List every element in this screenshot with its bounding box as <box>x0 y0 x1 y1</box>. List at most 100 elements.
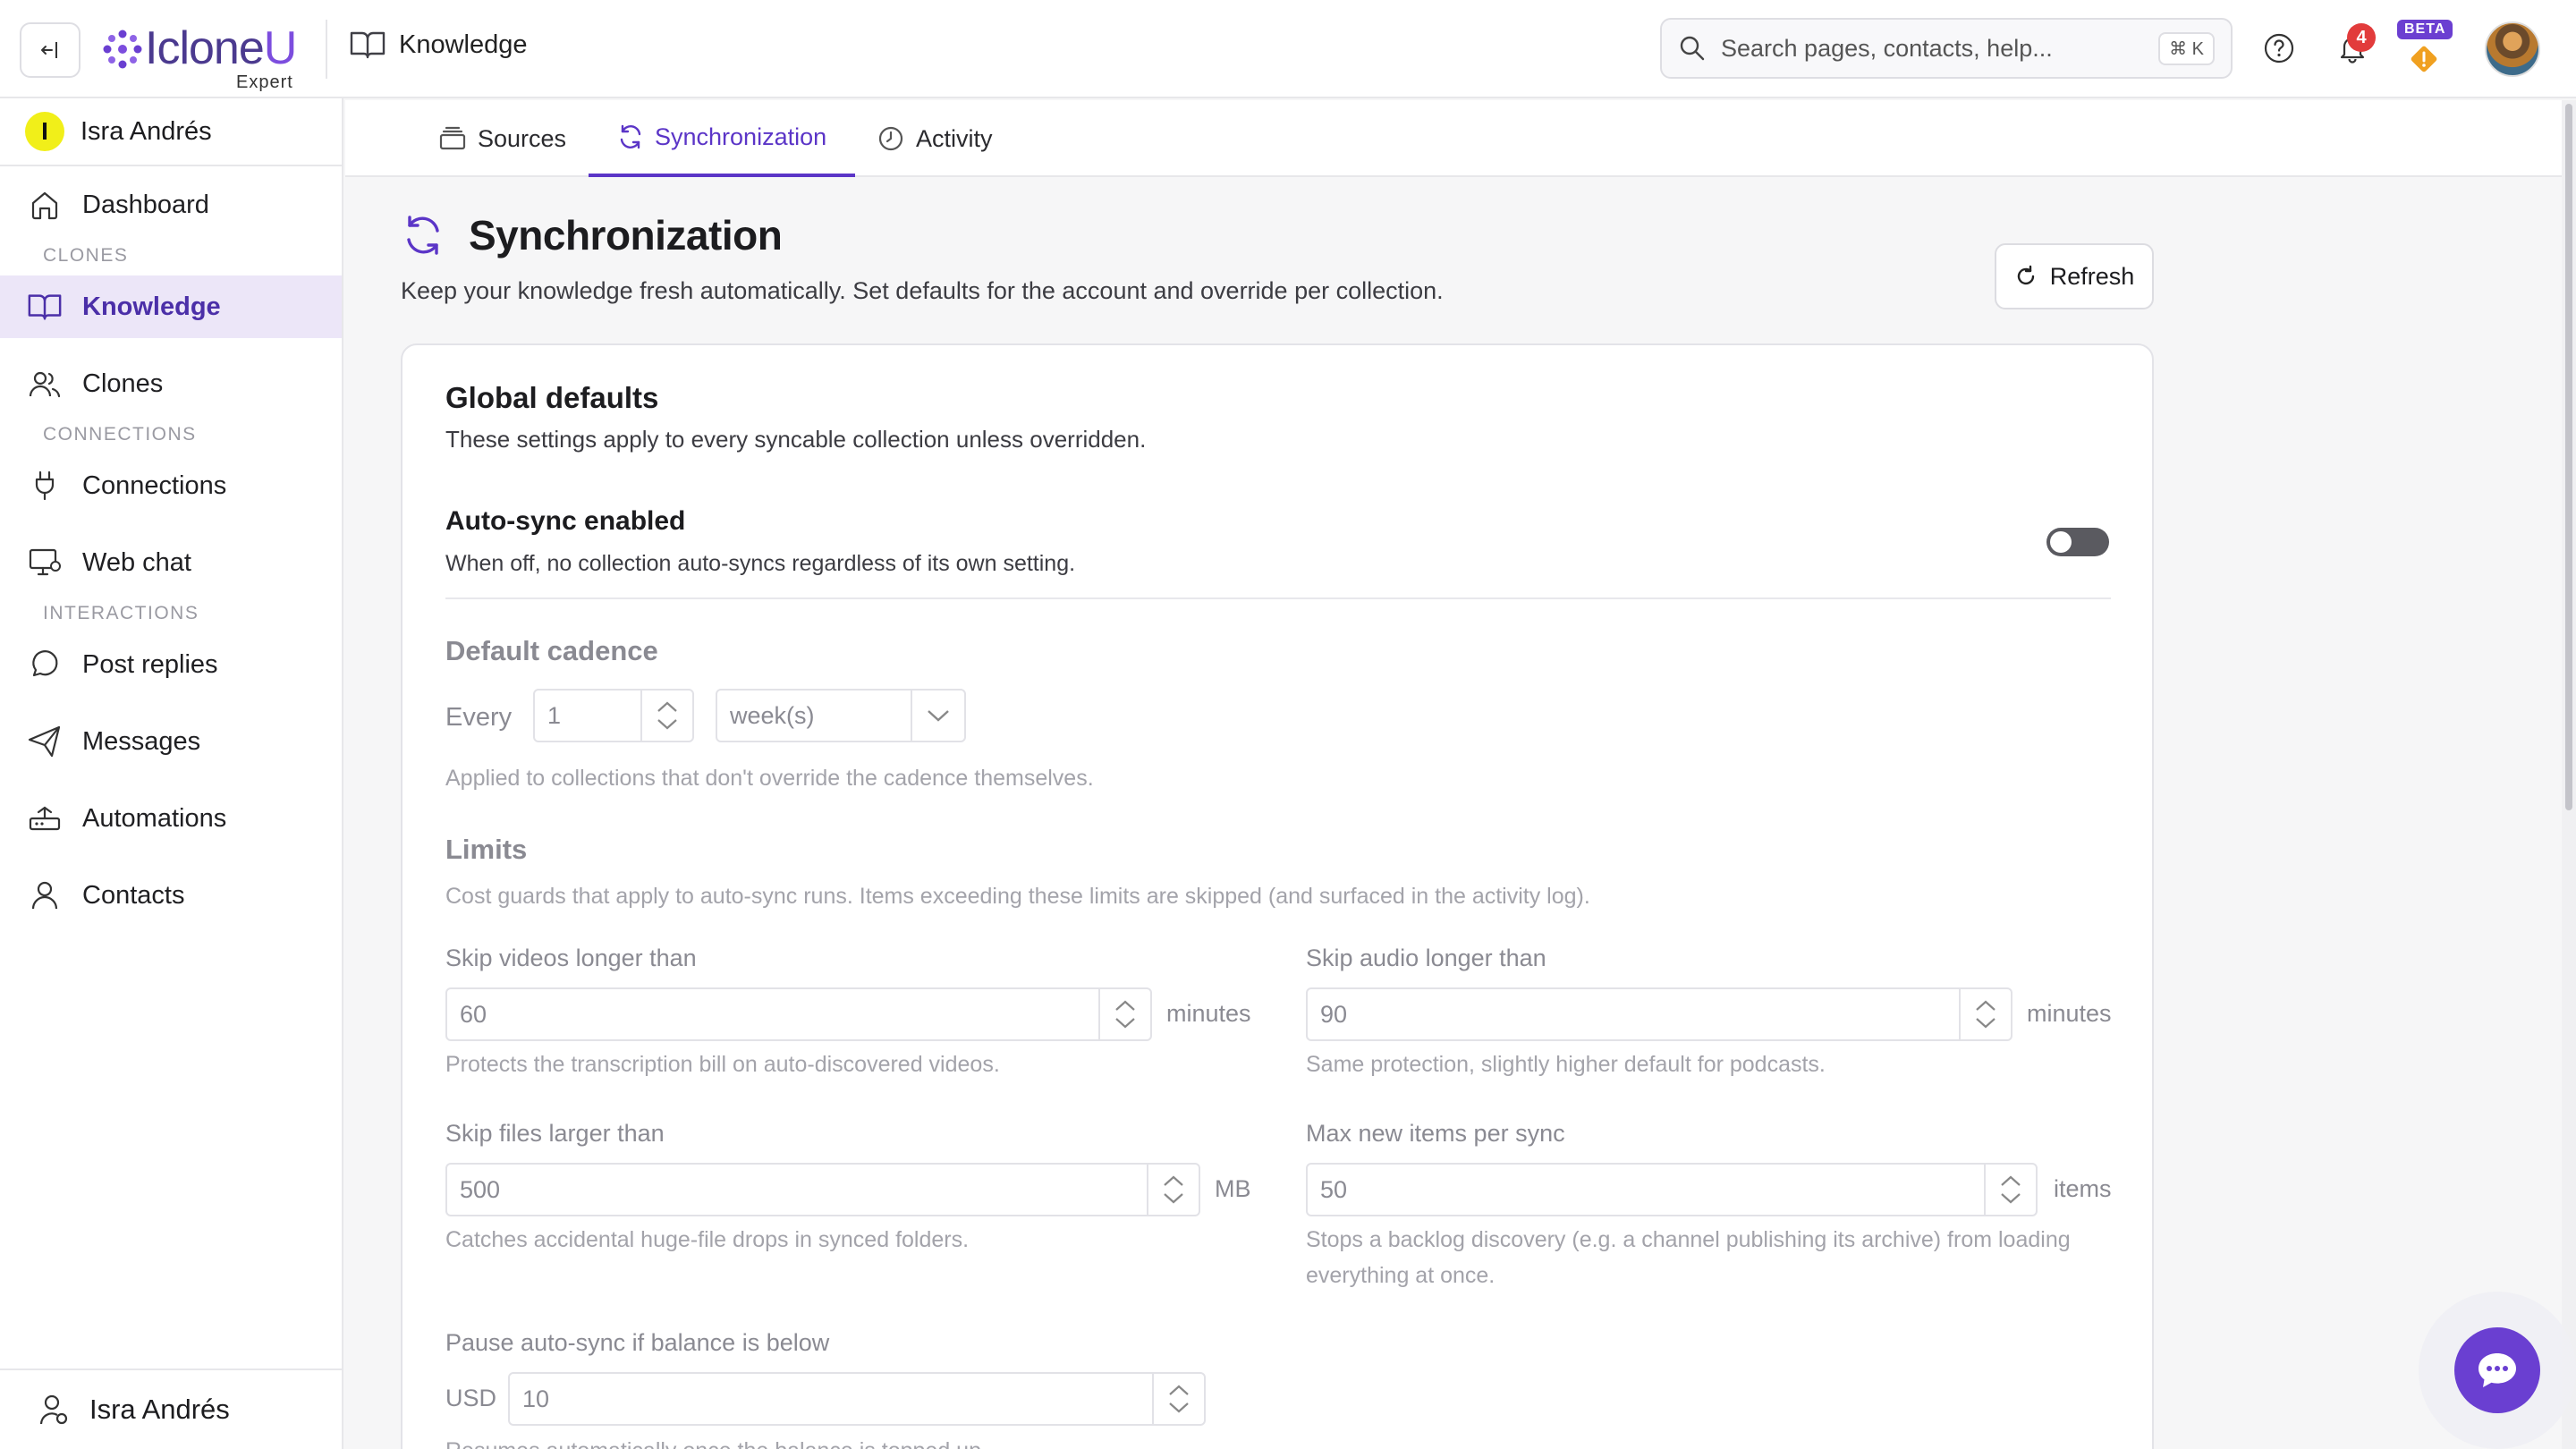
videos-value: 60 <box>460 1000 487 1028</box>
tab-label: Activity <box>916 124 993 152</box>
sync-icon <box>620 124 641 149</box>
brand-logo[interactable]: IcloneU Expert <box>100 22 306 92</box>
items-label: Max new items per sync <box>1306 1120 1565 1147</box>
sidebar-section-connections: CONNECTIONS <box>43 424 197 445</box>
autosync-toggle[interactable] <box>2046 528 2109 556</box>
cadence-stepper[interactable] <box>640 691 692 741</box>
chevron-up-icon <box>1115 1000 1135 1011</box>
sidebar-item-label: Contacts <box>82 880 185 910</box>
search-shortcut-badge: ⌘ K <box>2158 31 2215 65</box>
user-avatar[interactable] <box>2485 21 2540 77</box>
items-input[interactable]: 50 <box>1306 1163 2038 1216</box>
footer-user-name: Isra Andrés <box>89 1394 230 1425</box>
videos-input[interactable]: 60 <box>445 987 1152 1041</box>
videos-help: Protects the transcription bill on auto-… <box>445 1052 1000 1077</box>
send-icon <box>27 724 63 759</box>
sidebar-item-label: Messages <box>82 726 201 756</box>
search-input[interactable]: Search pages, contacts, help... <box>1721 35 2158 63</box>
audio-stepper[interactable] <box>1959 989 2011 1039</box>
page-scrollbar[interactable] <box>2562 100 2576 1449</box>
chevron-down-icon <box>2001 1193 2021 1204</box>
scrollbar-thumb[interactable] <box>2565 104 2572 810</box>
chevron-down-icon <box>1115 1018 1135 1029</box>
notification-count-badge: 4 <box>2347 23 2376 52</box>
chevron-down-icon <box>928 710 949 722</box>
items-stepper[interactable] <box>1984 1165 2036 1215</box>
cadence-value-input[interactable]: 1 <box>533 689 694 742</box>
sidebar-item-post-replies[interactable]: Post replies <box>0 633 342 696</box>
workspace-user[interactable]: I Isra Andrés <box>0 98 342 166</box>
chevron-up-icon <box>1976 1000 1996 1011</box>
chevron-up-icon <box>1164 1175 1183 1186</box>
knowledge-tabs: Sources Synchronization Activity <box>345 100 2562 177</box>
autosync-description: When off, no collection auto-syncs regar… <box>445 551 1076 576</box>
breadcrumb: Knowledge <box>349 29 528 61</box>
items-value: 50 <box>1320 1175 1348 1203</box>
collapse-left-icon <box>41 42 57 58</box>
brand-tier: Expert <box>236 72 293 92</box>
chevron-down-icon <box>1976 1018 1996 1029</box>
tab-synchronization[interactable]: Synchronization <box>589 100 856 177</box>
chevron-up-icon <box>657 701 677 712</box>
help-button[interactable] <box>2258 27 2301 70</box>
audio-value: 90 <box>1320 1000 1348 1028</box>
chevron-down-icon <box>1169 1402 1189 1413</box>
beta-warning-button[interactable] <box>2402 38 2445 80</box>
files-input[interactable]: 500 <box>445 1163 1200 1216</box>
sidebar-item-automations[interactable]: Automations <box>0 787 342 850</box>
sidebar-item-label: Dashboard <box>82 190 209 219</box>
sidebar-item-messages[interactable]: Messages <box>0 710 342 773</box>
chevron-down-icon <box>1164 1193 1183 1204</box>
user-settings-icon <box>39 1394 68 1425</box>
videos-unit: minutes <box>1166 1000 1251 1027</box>
help-circle-icon <box>2264 33 2294 64</box>
select-arrow <box>911 691 964 741</box>
balance-currency: USD <box>445 1385 497 1411</box>
breadcrumb-label: Knowledge <box>399 30 528 59</box>
cadence-help: Applied to collections that don't overri… <box>445 766 1094 791</box>
card-subtitle: These settings apply to every syncable c… <box>445 426 1147 453</box>
cadence-title: Default cadence <box>445 635 658 666</box>
balance-help: Resumes automatically once the balance i… <box>445 1438 987 1449</box>
tab-activity[interactable]: Activity <box>848 100 1021 177</box>
sidebar-item-connections[interactable]: Connections <box>0 454 342 517</box>
videos-stepper[interactable] <box>1098 989 1150 1039</box>
collapse-sidebar-button[interactable] <box>20 22 80 78</box>
sidebar-footer-user[interactable]: Isra Andrés <box>0 1368 342 1449</box>
sidebar-item-label: Knowledge <box>82 292 221 321</box>
audio-input[interactable]: 90 <box>1306 987 2012 1041</box>
files-stepper[interactable] <box>1147 1165 1199 1215</box>
sidebar-item-dashboard[interactable]: Dashboard <box>0 174 342 236</box>
sidebar-item-web-chat[interactable]: Web chat <box>0 531 342 594</box>
clock-icon <box>878 126 903 151</box>
chevron-up-icon <box>2001 1175 2021 1186</box>
sidebar-item-contacts[interactable]: Contacts <box>0 864 342 927</box>
cadence-every-label: Every <box>445 703 513 732</box>
brand-name: IcloneU <box>145 22 297 74</box>
sidebar-item-clones[interactable]: Clones <box>0 352 342 415</box>
files-label: Skip files larger than <box>445 1120 665 1147</box>
sidebar-item-label: Clones <box>82 369 164 398</box>
tab-label: Synchronization <box>655 123 827 150</box>
chat-bubble-icon <box>2479 1353 2516 1387</box>
cadence-unit-select[interactable]: week(s) <box>716 689 966 742</box>
balance-input[interactable]: 10 <box>508 1372 1206 1426</box>
audio-label: Skip audio longer than <box>1306 945 1546 971</box>
sidebar-item-label: Web chat <box>82 547 191 577</box>
balance-stepper[interactable] <box>1152 1374 1204 1424</box>
audio-help: Same protection, slightly higher default… <box>1306 1052 1826 1077</box>
sidebar-item-label: Automations <box>82 803 227 833</box>
sidebar-item-knowledge[interactable]: Knowledge <box>0 275 342 338</box>
cadence-unit: week(s) <box>730 701 815 729</box>
global-search[interactable]: Search pages, contacts, help... ⌘ K <box>1660 18 2233 79</box>
cadence-value: 1 <box>547 701 562 729</box>
stack-icon <box>439 126 466 150</box>
items-unit: items <box>2054 1175 2112 1202</box>
support-chat-button[interactable] <box>2454 1327 2540 1413</box>
files-value: 500 <box>460 1175 501 1203</box>
tab-sources[interactable]: Sources <box>410 100 595 177</box>
global-defaults-card: Global defaults These settings apply to … <box>401 343 2154 1449</box>
refresh-button[interactable]: Refresh <box>1995 243 2154 309</box>
files-unit: MB <box>1215 1175 1251 1202</box>
sidebar: I Isra Andrés Dashboard CLONES Knowledge… <box>0 98 343 1449</box>
